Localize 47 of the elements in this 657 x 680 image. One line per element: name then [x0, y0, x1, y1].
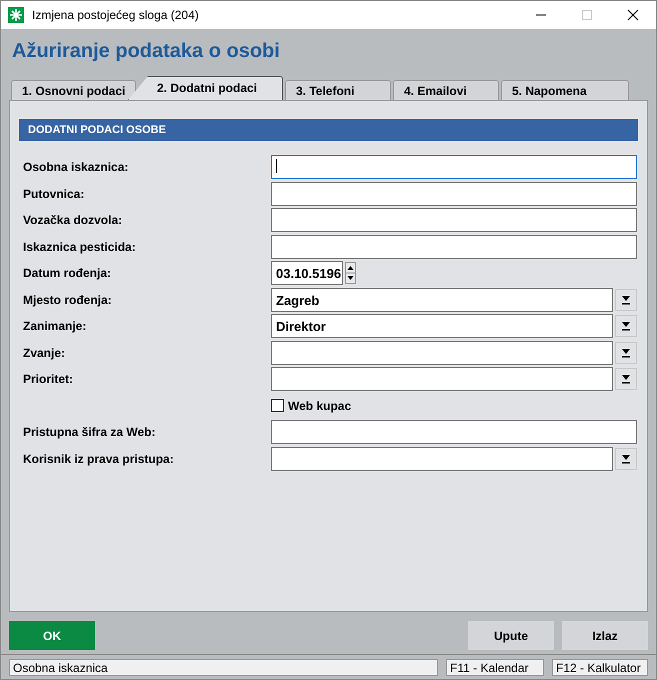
input-field[interactable] [271, 234, 637, 258]
tab[interactable]: 2. Dodatni podaci [128, 76, 283, 100]
maximize-icon [581, 9, 593, 21]
dropdown-icon[interactable] [615, 288, 637, 310]
input-field[interactable] [271, 155, 637, 179]
dropdown-icon[interactable] [615, 342, 637, 364]
field-label: Pristupna šifra za Web: [23, 425, 156, 439]
dropdown-field[interactable] [271, 367, 613, 391]
dropdown-icon[interactable] [615, 315, 637, 337]
app-icon [8, 7, 24, 23]
input-field[interactable] [271, 182, 637, 206]
tab[interactable]: 1. Osnovni podaci [11, 80, 136, 100]
date-field[interactable]: 03.10.5196 [271, 261, 343, 285]
field-label: Korisnik iz prava pristupa: [23, 452, 175, 466]
field-label: Mjesto rođenja: [23, 292, 113, 306]
field-label: Iskaznica pesticida: [23, 240, 137, 254]
status-bar-item: F11 - Kalendar [446, 658, 544, 676]
field-label: Datum rođenja: [23, 266, 112, 280]
field-label: Zvanje: [23, 346, 66, 360]
field-label: Prioritet: [23, 372, 74, 386]
dropdown-field[interactable]: Direktor [271, 314, 613, 338]
status-bar-item: Osobna iskaznica [9, 658, 438, 676]
field-label: Osobna iskaznica: [23, 160, 130, 174]
tab[interactable]: 3. Telefoni [285, 80, 391, 100]
tab[interactable]: 4. Emailovi [393, 80, 499, 100]
ok-button[interactable]: OK [9, 621, 95, 650]
dropdown-field[interactable]: Zagreb [271, 288, 613, 312]
checkbox[interactable] [271, 399, 284, 412]
dialog-heading: Ažuriranje podataka o osobi [12, 40, 281, 64]
dropdown-icon[interactable] [615, 368, 637, 390]
dropdown-icon[interactable] [615, 448, 637, 470]
tab[interactable]: 5. Napomena [501, 80, 629, 100]
dropdown-field[interactable] [271, 340, 613, 364]
field-label: Vozačka dozvola: [23, 213, 124, 227]
input-field[interactable] [271, 208, 637, 232]
field-label: Zanimanje: [23, 319, 88, 333]
input-field[interactable] [271, 420, 637, 444]
checkbox-label: Web kupac [288, 398, 352, 412]
exit-button[interactable]: Izlaz [562, 621, 648, 650]
spinner-icon[interactable] [345, 262, 356, 284]
section-header: DODATNI PODACI OSOBE [19, 119, 638, 141]
close-icon[interactable] [627, 9, 639, 21]
status-bar-item: F12 - Kalkulator [552, 658, 648, 676]
window-title: Izmjena postojećeg sloga (204) [32, 8, 199, 22]
dropdown-field[interactable] [271, 446, 613, 470]
field-label: Putovnica: [23, 186, 86, 200]
help-button[interactable]: Upute [468, 621, 554, 650]
